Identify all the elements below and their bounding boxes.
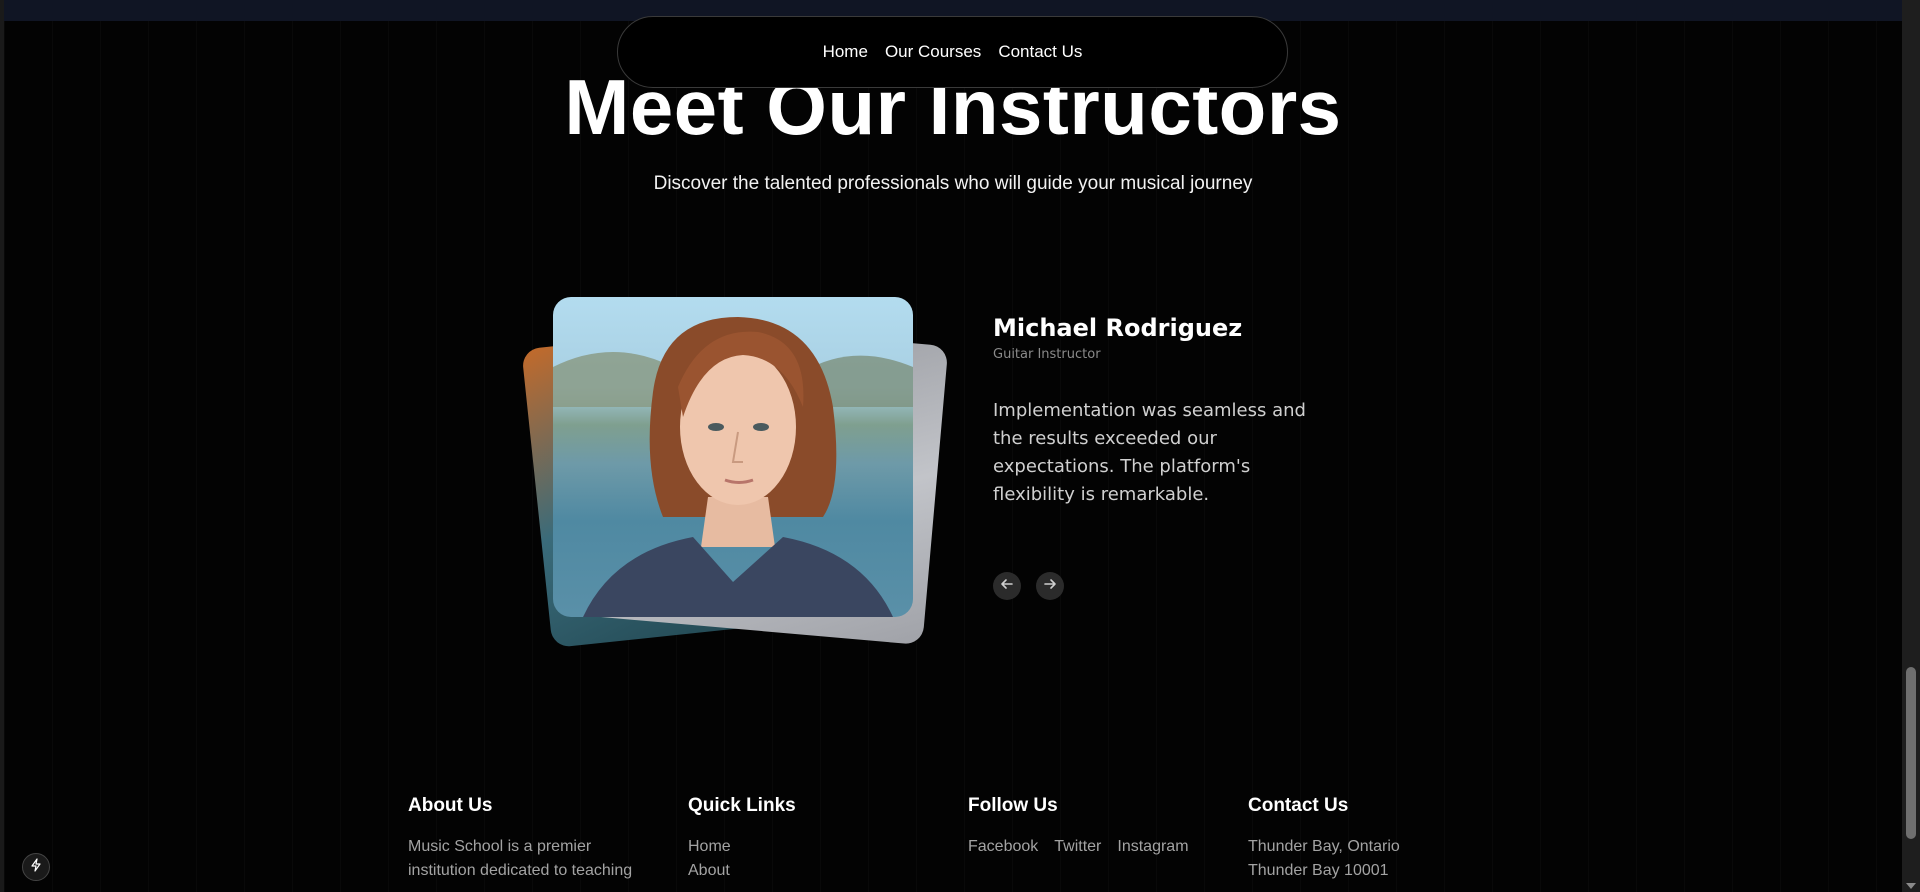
- social-twitter-link[interactable]: Twitter: [1054, 835, 1101, 859]
- scroll-down-arrow-icon[interactable]: [1906, 883, 1916, 889]
- footer-quick-links-heading: Quick Links: [688, 795, 796, 816]
- footer-contact-line: Thunder Bay, Ontario: [1248, 838, 1400, 855]
- nav-our-courses-link[interactable]: Our Courses: [885, 42, 981, 62]
- arrow-left-icon: [1000, 577, 1014, 596]
- page: Meet Our Instructors Home Our Courses Co…: [0, 0, 1920, 892]
- lightning-bolt-icon: [29, 857, 43, 877]
- nav-contact-us-link[interactable]: Contact Us: [998, 42, 1082, 62]
- footer-about-text: Music School is a premier institution de…: [408, 838, 633, 879]
- social-links: Facebook Twitter Instagram: [968, 835, 1228, 859]
- social-facebook-link[interactable]: Facebook: [968, 835, 1038, 859]
- footer-contact-heading: Contact Us: [1248, 795, 1349, 816]
- footer-contact: Contact Us Thunder Bay, Ontario Thunder …: [1248, 795, 1488, 883]
- footer-follow-heading: Follow Us: [968, 795, 1058, 816]
- arrow-right-icon: [1043, 577, 1057, 596]
- carousel-prev-button[interactable]: [993, 572, 1021, 600]
- scrollbar[interactable]: [1902, 0, 1920, 892]
- footer-about-heading: About Us: [408, 795, 493, 816]
- footer-link-about[interactable]: About: [688, 859, 888, 883]
- scrollbar-thumb[interactable]: [1906, 667, 1916, 839]
- instructor-role: Guitar Instructor: [993, 347, 1101, 362]
- footer-about: About Us Music School is a premier insti…: [408, 795, 648, 883]
- top-navbar: Home Our Courses Contact Us: [617, 16, 1288, 88]
- instructor-name: Michael Rodriguez: [993, 314, 1243, 342]
- instructor-quote: Implementation was seamless and the resu…: [993, 400, 1306, 505]
- instructor-photo: [553, 297, 913, 617]
- bolt-button[interactable]: [22, 853, 50, 881]
- footer-quick-links: Quick Links Home About: [688, 795, 888, 883]
- footer-contact-line: Thunder Bay 10001: [1248, 862, 1389, 879]
- section-subtitle: Discover the talented professionals who …: [653, 173, 1253, 194]
- nav-home-link[interactable]: Home: [823, 42, 868, 62]
- footer-follow: Follow Us Facebook Twitter Instagram: [968, 795, 1228, 859]
- social-instagram-link[interactable]: Instagram: [1117, 835, 1188, 859]
- footer-link-home[interactable]: Home: [688, 835, 888, 859]
- carousel-next-button[interactable]: [1036, 572, 1064, 600]
